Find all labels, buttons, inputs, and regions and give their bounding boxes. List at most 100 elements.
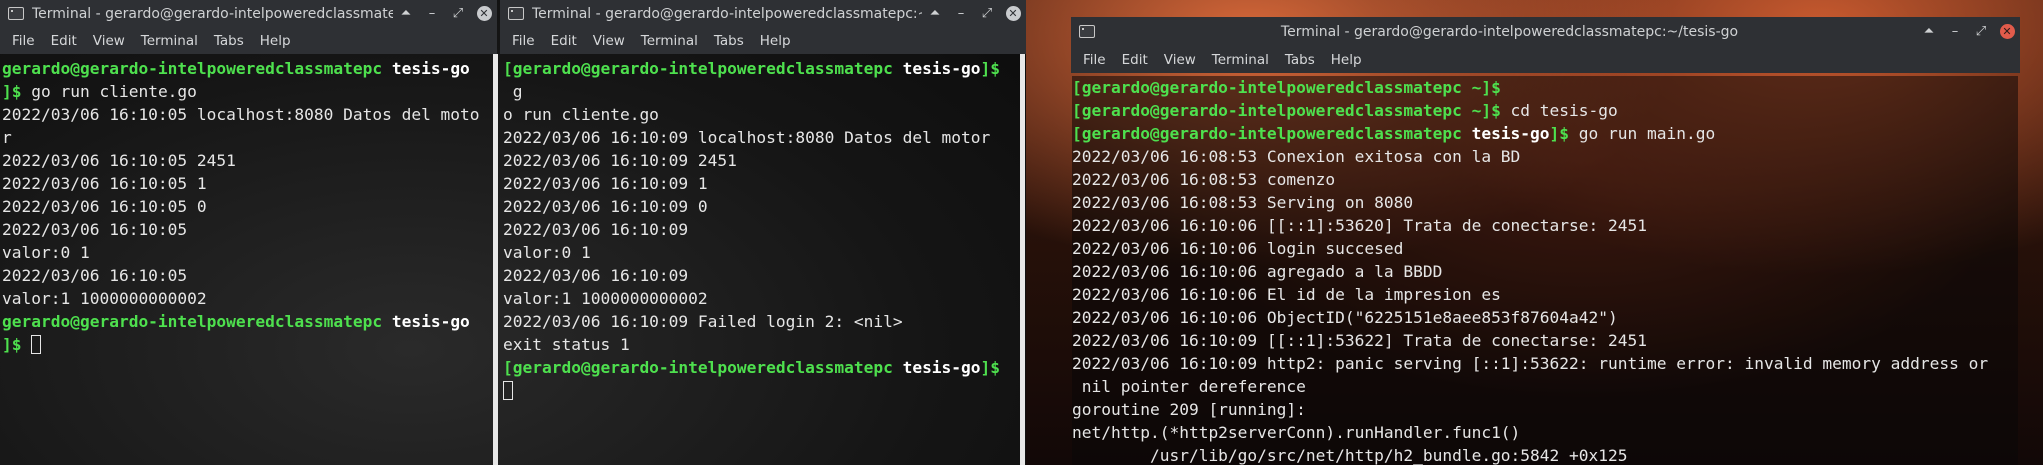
menu-terminal[interactable]: Terminal (633, 33, 706, 49)
menu-edit[interactable]: Edit (543, 33, 585, 49)
terminal-text: net/http.(*http2serverConn).runHandler.f… (1072, 423, 1521, 442)
terminal-text: /usr/lib/go/src/net/http/h2_bundle.go:58… (1072, 446, 1628, 465)
prompt-text: [gerardo@gerardo-intelpoweredclassmatepc… (1072, 101, 1501, 120)
menu-terminal[interactable]: Terminal (133, 33, 206, 49)
menu-view[interactable]: View (1156, 52, 1204, 68)
restore-icon[interactable]: ⤢ (974, 0, 1000, 27)
menu-help[interactable]: Help (752, 33, 799, 49)
terminal-line: [gerardo@gerardo-intelpoweredclassmatepc… (503, 57, 1018, 80)
menu-file[interactable]: File (1075, 52, 1114, 68)
terminal-line: 2022/03/06 16:10:09 (503, 264, 1018, 287)
close-icon[interactable]: ✕ (1994, 18, 2020, 45)
title-bar[interactable]: Terminal - gerardo@gerardo-intelpoweredc… (1071, 17, 2020, 46)
terminal-output[interactable]: gerardo@gerardo-intelpoweredclassmatepc … (2, 57, 492, 465)
maximize-icon[interactable]: ⏶ (1916, 18, 1942, 45)
terminal-line: 2022/03/06 16:10:05 0 (2, 195, 492, 218)
terminal-text: 2022/03/06 16:10:05 2451 (2, 151, 236, 170)
minimize-icon[interactable]: – (948, 0, 974, 27)
restore-icon[interactable]: ⤢ (445, 0, 471, 27)
prompt-text: gerardo@gerardo-intelpoweredclassmatepc (2, 312, 383, 331)
prompt-text: tesis-go (892, 59, 981, 78)
terminal-line: /usr/lib/go/src/net/http/h2_bundle.go:58… (1072, 444, 2018, 465)
terminal-output[interactable]: [gerardo@gerardo-intelpoweredclassmatepc… (503, 57, 1018, 465)
prompt-text: ]$ (2, 335, 22, 354)
prompt-text: gerardo@gerardo-intelpoweredclassmatepc (2, 59, 383, 78)
terminal-text: go run cliente.go (21, 82, 197, 101)
terminal-line: 2022/03/06 16:10:09 1 (503, 172, 1018, 195)
terminal-text: 2022/03/06 16:10:09 1 (503, 174, 708, 193)
terminal-window-2[interactable]: Terminal - gerardo@gerardo-intelpoweredc… (500, 0, 1026, 465)
terminal-text: valor:0 1 (503, 243, 591, 262)
menu-help[interactable]: Help (1323, 52, 1370, 68)
terminal-text: 2022/03/06 16:10:05 (2, 220, 188, 239)
menu-view[interactable]: View (585, 33, 633, 49)
terminal-text: 2022/03/06 16:10:06 [[::1]:53620] Trata … (1072, 216, 1647, 235)
terminal-line: valor:0 1 (2, 241, 492, 264)
terminal-cursor (503, 381, 513, 400)
terminal-window-1[interactable]: Terminal - gerardo@gerardo-intelpoweredc… (0, 0, 498, 465)
terminal-text: valor:1 1000000000002 (503, 289, 708, 308)
terminal-line: 2022/03/06 16:10:09 0 (503, 195, 1018, 218)
minimize-icon[interactable]: – (1942, 18, 1968, 45)
menu-help[interactable]: Help (252, 33, 299, 49)
terminal-line: nil pointer dereference (1072, 375, 2018, 398)
prompt-text: tesis-go (382, 59, 470, 78)
terminal-text: nil pointer dereference (1072, 377, 1306, 396)
terminal-line: exit status 1 (503, 333, 1018, 356)
terminal-text: 2022/03/06 16:10:05 (2, 266, 188, 285)
window-title: Terminal - gerardo@gerardo-intelpoweredc… (32, 5, 393, 22)
terminal-window-3[interactable]: Terminal - gerardo@gerardo-intelpoweredc… (1071, 17, 2020, 465)
menu-view[interactable]: View (85, 33, 133, 49)
terminal-line: 2022/03/06 16:10:06 ObjectID("6225151e8a… (1072, 306, 2018, 329)
terminal-line: 2022/03/06 16:10:09 [[::1]:53622] Trata … (1072, 329, 2018, 352)
scrollbar[interactable] (493, 54, 498, 465)
terminal-line: 2022/03/06 16:08:53 Serving on 8080 (1072, 191, 2018, 214)
prompt-text: [gerardo@gerardo-intelpoweredclassmatepc (503, 59, 893, 78)
terminal-text: 2022/03/06 16:10:09 [[::1]:53622] Trata … (1072, 331, 1647, 350)
terminal-line (503, 379, 1018, 402)
terminal-line: 2022/03/06 16:10:06 login succesed (1072, 237, 2018, 260)
prompt-text: [gerardo@gerardo-intelpoweredclassmatepc (1072, 124, 1462, 143)
menu-tabs[interactable]: Tabs (706, 33, 752, 49)
terminal-line: 2022/03/06 16:10:09 localhost:8080 Datos… (503, 126, 1018, 149)
terminal-text: 2022/03/06 16:10:09 (503, 266, 689, 285)
close-icon[interactable]: ✕ (471, 0, 497, 27)
restore-icon[interactable]: ⤢ (1968, 18, 1994, 45)
menu-edit[interactable]: Edit (43, 33, 85, 49)
menu-file[interactable]: File (504, 33, 543, 49)
terminal-text: valor:1 1000000000002 (2, 289, 207, 308)
terminal-text: goroutine 209 [running]: (1072, 400, 1306, 419)
scrollbar[interactable] (1020, 54, 1025, 465)
menu-file[interactable]: File (4, 33, 43, 49)
terminal-line: gerardo@gerardo-intelpoweredclassmatepc … (2, 310, 492, 333)
prompt-text: tesis-go (1461, 124, 1550, 143)
terminal-text: 2022/03/06 16:10:06 El id de la impresio… (1072, 285, 1501, 304)
maximize-icon[interactable]: ⏶ (393, 0, 419, 27)
terminal-line: ]$ go run cliente.go (2, 80, 492, 103)
close-icon[interactable]: ✕ (1000, 0, 1026, 27)
terminal-line: ]$ (2, 333, 492, 356)
prompt-text: [gerardo@gerardo-intelpoweredclassmatepc (503, 358, 893, 377)
menu-edit[interactable]: Edit (1114, 52, 1156, 68)
title-bar[interactable]: Terminal - gerardo@gerardo-intelpoweredc… (0, 0, 497, 27)
terminal-output[interactable]: [gerardo@gerardo-intelpoweredclassmatepc… (1072, 76, 2018, 465)
prompt-text: tesis-go (892, 358, 981, 377)
terminal-text: 2022/03/06 16:10:05 1 (2, 174, 207, 193)
terminal-text: 2022/03/06 16:10:05 localhost:8080 Datos… (2, 105, 480, 124)
title-bar[interactable]: Terminal - gerardo@gerardo-intelpoweredc… (500, 0, 1026, 27)
minimize-icon[interactable]: – (419, 0, 445, 27)
terminal-text: 2022/03/06 16:10:09 Failed login 2: <nil… (503, 312, 903, 331)
terminal-cursor (31, 335, 42, 354)
terminal-line: valor:0 1 (503, 241, 1018, 264)
terminal-text: 2022/03/06 16:10:06 agregado a la BBDD (1072, 262, 1443, 281)
menu-terminal[interactable]: Terminal (1204, 52, 1277, 68)
terminal-line: [gerardo@gerardo-intelpoweredclassmatepc… (1072, 76, 2018, 99)
menu-bar: File Edit View Terminal Tabs Help (500, 27, 1026, 54)
terminal-line: valor:1 1000000000002 (2, 287, 492, 310)
menu-tabs[interactable]: Tabs (206, 33, 252, 49)
maximize-icon[interactable]: ⏶ (922, 0, 948, 27)
terminal-text: exit status 1 (503, 335, 630, 354)
terminal-text: 2022/03/06 16:08:53 comenzo (1072, 170, 1336, 189)
menu-tabs[interactable]: Tabs (1277, 52, 1323, 68)
